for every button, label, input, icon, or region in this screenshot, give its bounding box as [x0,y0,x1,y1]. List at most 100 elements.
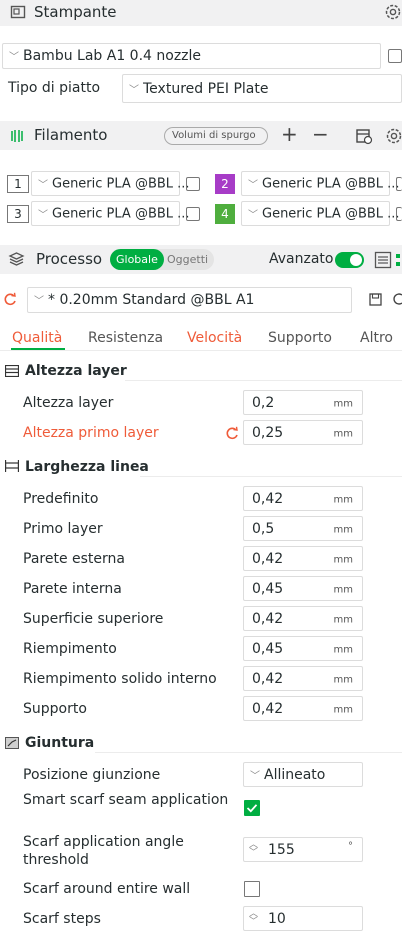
filament-slot-4-edit-icon[interactable] [396,207,402,221]
purge-volumes-label: Volumi di spurgo [172,130,256,141]
scarf-angle-stepper-icon[interactable]: ︿ ﹀ [249,841,258,858]
smart-scarf-checkbox[interactable] [244,800,260,816]
printer-settings-gear-icon[interactable] [384,3,402,21]
section-divider [95,752,402,753]
first-layer-height-unit: mm [333,428,353,440]
infill-width-input[interactable]: 0,45 mm [243,636,363,661]
row-label-seam-position: Posizione giunzione [23,767,161,783]
outer-wall-width-unit: mm [333,554,353,566]
infill-width-unit: mm [333,644,353,656]
chevron-down-icon: ﹀ [9,51,19,63]
internal-solid-infill-width-value: 0,42 [252,670,284,687]
undo-arrow-icon[interactable] [3,292,17,306]
process-title: Processo [36,250,103,268]
advanced-switch-knob [350,254,362,266]
printer-edit-icon[interactable] [388,49,402,63]
add-filament-plus-icon[interactable]: + [281,124,298,144]
remove-filament-minus-icon[interactable]: − [312,124,329,144]
filament-slot-3-edit-icon[interactable] [186,207,200,221]
scarf-angle-unit: ° [348,840,353,852]
first-layer-width-input[interactable]: 0,5 mm [243,516,363,541]
row-label-layer-height: Altezza layer [23,395,114,411]
filament-slot-3-name: Generic PLA @BBL ... [52,206,190,221]
first-layer-height-input[interactable]: 0,25 mm [243,420,363,445]
chevron-down-icon: ﹀ [129,84,139,96]
filament-slot-4-combo[interactable]: ﹀ Generic PLA @BBL ... [241,201,400,226]
first-layer-height-value: 0,25 [252,424,284,441]
tabs-divider [0,350,402,351]
scarf-angle-input[interactable]: 155 ° [243,837,363,862]
scarf-steps-value: 10 [268,910,286,927]
default-width-input[interactable]: 0,42 mm [243,486,363,511]
layer-height-input[interactable]: 0,2 mm [243,390,363,415]
plate-type-label: Tipo di piatto [8,80,101,96]
plate-type-value: Textured PEI Plate [143,80,269,97]
inner-wall-width-unit: mm [333,584,353,596]
outer-wall-width-input[interactable]: 0,42 mm [243,546,363,571]
top-surface-width-unit: mm [333,614,353,626]
row-label-top-surface-width: Superficie superiore [23,611,164,627]
plate-type-combo[interactable]: ﹀ Textured PEI Plate [122,74,402,103]
save-icon[interactable] [369,293,382,306]
top-surface-width-value: 0,42 [252,610,284,627]
chevron-down-icon: ﹀ [250,770,260,782]
filament-slot-2-name: Generic PLA @BBL ... [262,176,400,191]
support-width-input[interactable]: 0,42 mm [243,696,363,721]
outer-wall-width-value: 0,42 [252,550,284,567]
seam-position-combo[interactable]: ﹀ Allineato [243,762,363,787]
printer-preset-value: Bambu Lab A1 0.4 nozzle [23,48,202,64]
process-preset-combo[interactable]: ﹀ * 0.20mm Standard @BBL A1 [27,287,352,313]
section-divider [125,380,402,381]
default-width-value: 0,42 [252,490,284,507]
scarf-steps-input[interactable]: 10 [243,906,363,931]
tab-strength[interactable]: Resistenza [88,330,163,346]
filament-title: Filamento [34,126,108,144]
row-label-inner-wall-width: Parete interna [23,581,122,597]
purge-volumes-button[interactable]: Volumi di spurgo [164,127,268,145]
tab-speed[interactable]: Velocità [187,330,242,346]
row-label-first-layer-height: Altezza primo layer [23,425,159,441]
toggle-objects-label[interactable]: Oggetti [167,254,208,265]
filament-slot-3-number: 3 [7,205,29,223]
filament-slot-1-edit-icon[interactable] [186,177,200,191]
advanced-switch[interactable] [335,252,364,268]
internal-solid-infill-width-input[interactable]: 0,42 mm [243,666,363,691]
row-label-outer-wall-width: Parete esterna [23,551,125,567]
row-label-scarf-angle: Scarf application angle threshold [23,834,184,868]
top-surface-width-input[interactable]: 0,42 mm [243,606,363,631]
filament-settings-gear-icon[interactable] [385,127,402,145]
toggle-global-option[interactable]: Globale [110,249,164,270]
filament-slot-1-combo[interactable]: ﹀ Generic PLA @BBL ... [31,171,190,196]
compare-icon[interactable] [392,292,402,306]
inner-wall-width-input[interactable]: 0,45 mm [243,576,363,601]
tab-quality[interactable]: Qualità [12,330,62,346]
printer-preset-combo[interactable]: ﹀ Bambu Lab A1 0.4 nozzle [2,43,381,69]
row-label-scarf-around-wall: Scarf around entire wall [23,881,191,897]
inner-wall-width-value: 0,45 [252,580,284,597]
filament-slot-2-swatch[interactable]: 2 [215,174,235,194]
advanced-label: Avanzato [269,251,334,267]
filament-slot-2-edit-icon[interactable] [396,177,402,191]
filament-slot-4-swatch[interactable]: 4 [215,204,235,224]
scarf-steps-stepper-icon[interactable]: ︿ ﹀ [249,910,258,927]
section-title-line-width: Larghezza linea [25,459,149,475]
section-divider [140,476,402,477]
tab-support[interactable]: Supporto [268,330,332,346]
default-width-unit: mm [333,494,353,506]
layers-icon [8,252,25,266]
printer-title: Stampante [34,3,117,21]
grid-view-icon[interactable] [394,251,402,269]
global-objects-toggle[interactable]: Globale Oggetti [110,249,214,270]
reset-undo-arrow-icon[interactable] [225,426,239,440]
internal-solid-infill-width-unit: mm [333,674,353,686]
filament-slot-2-combo[interactable]: ﹀ Generic PLA @BBL ... [241,171,400,196]
row-label-scarf-steps: Scarf steps [23,911,101,927]
scarf-around-wall-checkbox[interactable] [244,881,260,897]
list-view-icon[interactable] [374,251,392,269]
seam-icon [5,737,19,749]
support-width-unit: mm [333,704,353,716]
filament-sync-icon[interactable] [355,127,373,145]
filament-slot-4-name: Generic PLA @BBL ... [262,206,400,221]
filament-slot-3-combo[interactable]: ﹀ Generic PLA @BBL ... [31,201,190,226]
tab-other[interactable]: Altro [360,330,393,346]
